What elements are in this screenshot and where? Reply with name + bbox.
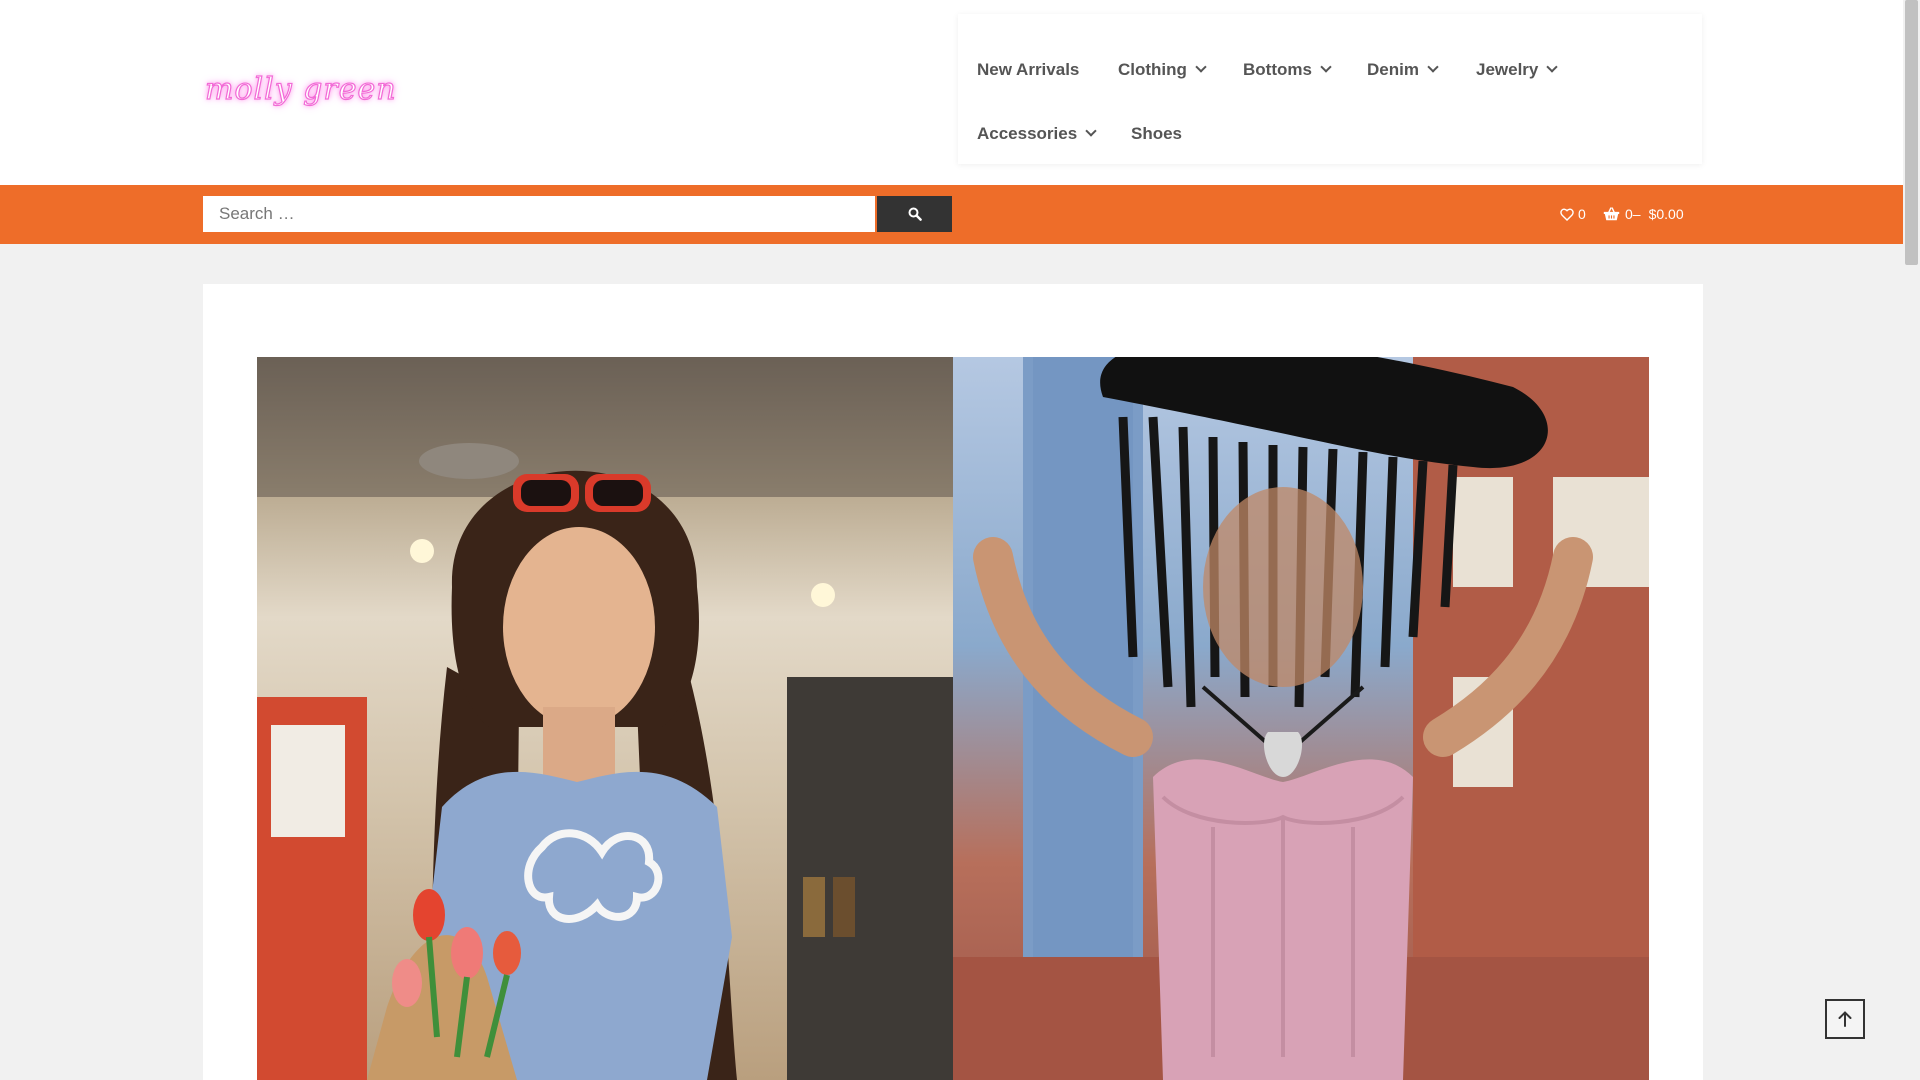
nav-item-new-arrivals[interactable]: New Arrivals <box>977 58 1079 82</box>
site-logo[interactable]: molly green <box>204 62 396 118</box>
nav-item-accessories[interactable]: Accessories <box>977 122 1097 146</box>
nav-item-label: Denim <box>1367 60 1419 79</box>
nav-item-label: Accessories <box>977 124 1078 143</box>
logo-text: molly green <box>204 71 397 107</box>
nav-item-label: Clothing <box>1118 60 1187 79</box>
nav-item-shoes[interactable]: Shoes <box>1131 122 1182 146</box>
hero-banner[interactable] <box>257 357 1649 1080</box>
hero-photo-right <box>953 357 1649 1080</box>
main-navigation: New Arrivals Clothing Bottoms Denim Jewe… <box>958 14 1702 164</box>
nav-item-label: Bottoms <box>1243 60 1312 79</box>
model-illustration-right <box>953 357 1649 1080</box>
search-button[interactable] <box>877 196 952 232</box>
chevron-down-icon <box>1085 125 1097 137</box>
nav-item-label: Shoes <box>1131 124 1183 143</box>
chevron-down-icon <box>1427 61 1439 73</box>
cart-link[interactable]: 0 – $0.00 <box>1603 202 1684 226</box>
chevron-down-icon <box>1195 61 1207 73</box>
basket-icon <box>1603 207 1620 221</box>
chevron-down-icon <box>1546 61 1559 73</box>
scroll-to-top-button[interactable] <box>1825 999 1865 1039</box>
wishlist-link[interactable]: 0 <box>1560 202 1586 226</box>
nav-item-jewelry[interactable]: Jewelry <box>1476 58 1559 82</box>
arrow-up-icon <box>1838 1011 1852 1027</box>
nav-item-clothing[interactable]: Clothing <box>1118 58 1207 82</box>
nav-item-bottoms[interactable]: Bottoms <box>1243 58 1332 82</box>
search-input[interactable] <box>203 196 875 232</box>
cart-total: $0.00 <box>1648 206 1684 222</box>
model-illustration-left <box>257 357 953 1080</box>
cart-separator: – <box>1632 206 1641 222</box>
heart-icon <box>1560 208 1574 221</box>
site-header: molly green New Arrivals Clothing Bottom… <box>0 0 1903 185</box>
wishlist-count: 0 <box>1578 206 1586 222</box>
search-icon <box>908 207 922 221</box>
hero-photo-left <box>257 357 953 1080</box>
nav-item-label: New Arrivals <box>977 60 1080 79</box>
chevron-down-icon <box>1320 61 1332 73</box>
nav-item-label: Jewelry <box>1476 60 1539 79</box>
nav-item-denim[interactable]: Denim <box>1367 58 1439 82</box>
scrollbar-thumb[interactable] <box>1905 0 1918 265</box>
page-scrollbar[interactable] <box>1903 0 1920 1080</box>
cart-count: 0 <box>1625 206 1633 222</box>
